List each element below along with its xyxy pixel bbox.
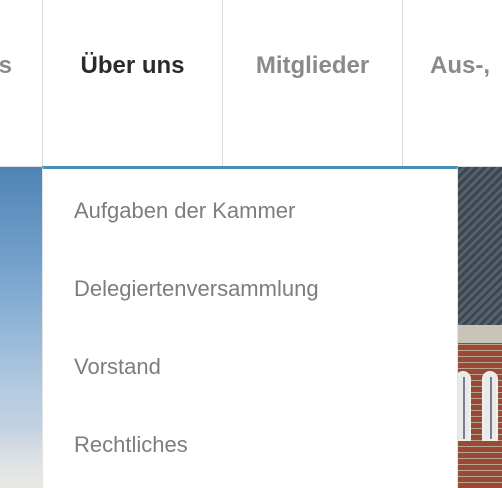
main-navigation: s Über uns Mitglieder Aus-, [0, 0, 502, 167]
building-cornice [458, 325, 502, 343]
nav-item-ueber-uns[interactable]: Über uns [43, 0, 222, 166]
nav-item-label: Über uns [80, 52, 185, 79]
nav-item-previous[interactable]: s [0, 0, 12, 166]
ueber-uns-dropdown-menu: Aufgaben der Kammer Delegiertenversammlu… [42, 166, 458, 488]
nav-item-label: s [0, 52, 12, 79]
dropdown-item-rechtliches[interactable]: Rechtliches [74, 432, 188, 458]
dropdown-item-aufgaben-der-kammer[interactable]: Aufgaben der Kammer [74, 198, 295, 224]
nav-item-mitglieder[interactable]: Mitglieder [223, 0, 402, 166]
dropdown-item-vorstand[interactable]: Vorstand [74, 354, 161, 380]
building-roof [458, 167, 502, 327]
building-window [482, 371, 498, 441]
nav-item-label: Mitglieder [255, 52, 370, 79]
nav-item-label: Aus-, [430, 52, 490, 79]
hero-image-building [455, 167, 502, 488]
nav-item-ausbildung[interactable]: Aus-, [403, 0, 502, 166]
dropdown-item-delegiertenversammlung[interactable]: Delegiertenversammlung [74, 276, 319, 302]
